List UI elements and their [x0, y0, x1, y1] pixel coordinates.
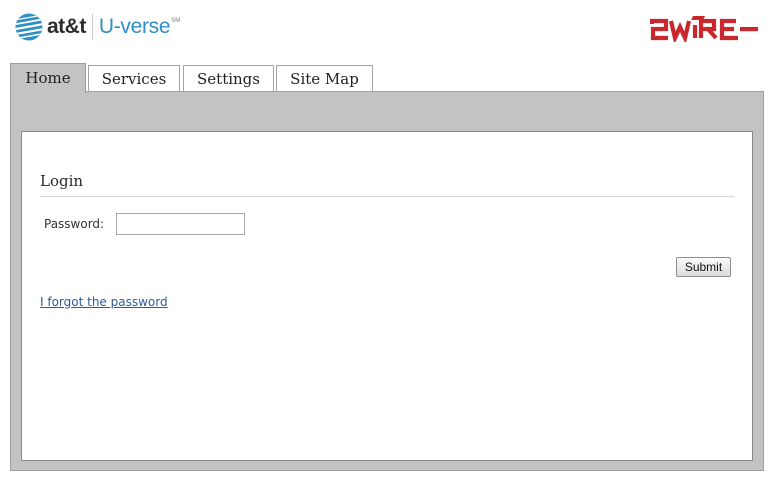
tab-settings-label: Settings	[197, 69, 260, 88]
heading-divider	[40, 196, 734, 197]
submit-button[interactable]: Submit	[676, 257, 731, 277]
password-label: Password:	[44, 217, 105, 231]
service-mark: SM	[171, 18, 181, 24]
logo-divider	[91, 14, 93, 40]
att-brand-text: at&t	[47, 15, 86, 38]
uverse-brand-text: U-verse	[98, 15, 171, 38]
twowire-logo	[650, 16, 758, 42]
tab-site-map-label: Site Map	[290, 69, 359, 88]
tab-services-label: Services	[101, 69, 167, 88]
tab-home-label: Home	[25, 69, 71, 87]
att-uverse-logo: at&t U-verse SM	[15, 12, 180, 42]
password-input[interactable]	[116, 213, 245, 235]
tab-services[interactable]: Services	[88, 65, 180, 91]
tab-site-map[interactable]: Site Map	[276, 65, 373, 91]
forgot-password-link[interactable]: I forgot the password	[40, 295, 168, 309]
login-heading: Login	[40, 172, 84, 190]
tab-settings[interactable]: Settings	[183, 65, 274, 91]
tab-home[interactable]: Home	[10, 63, 86, 93]
att-globe-icon	[15, 13, 43, 41]
